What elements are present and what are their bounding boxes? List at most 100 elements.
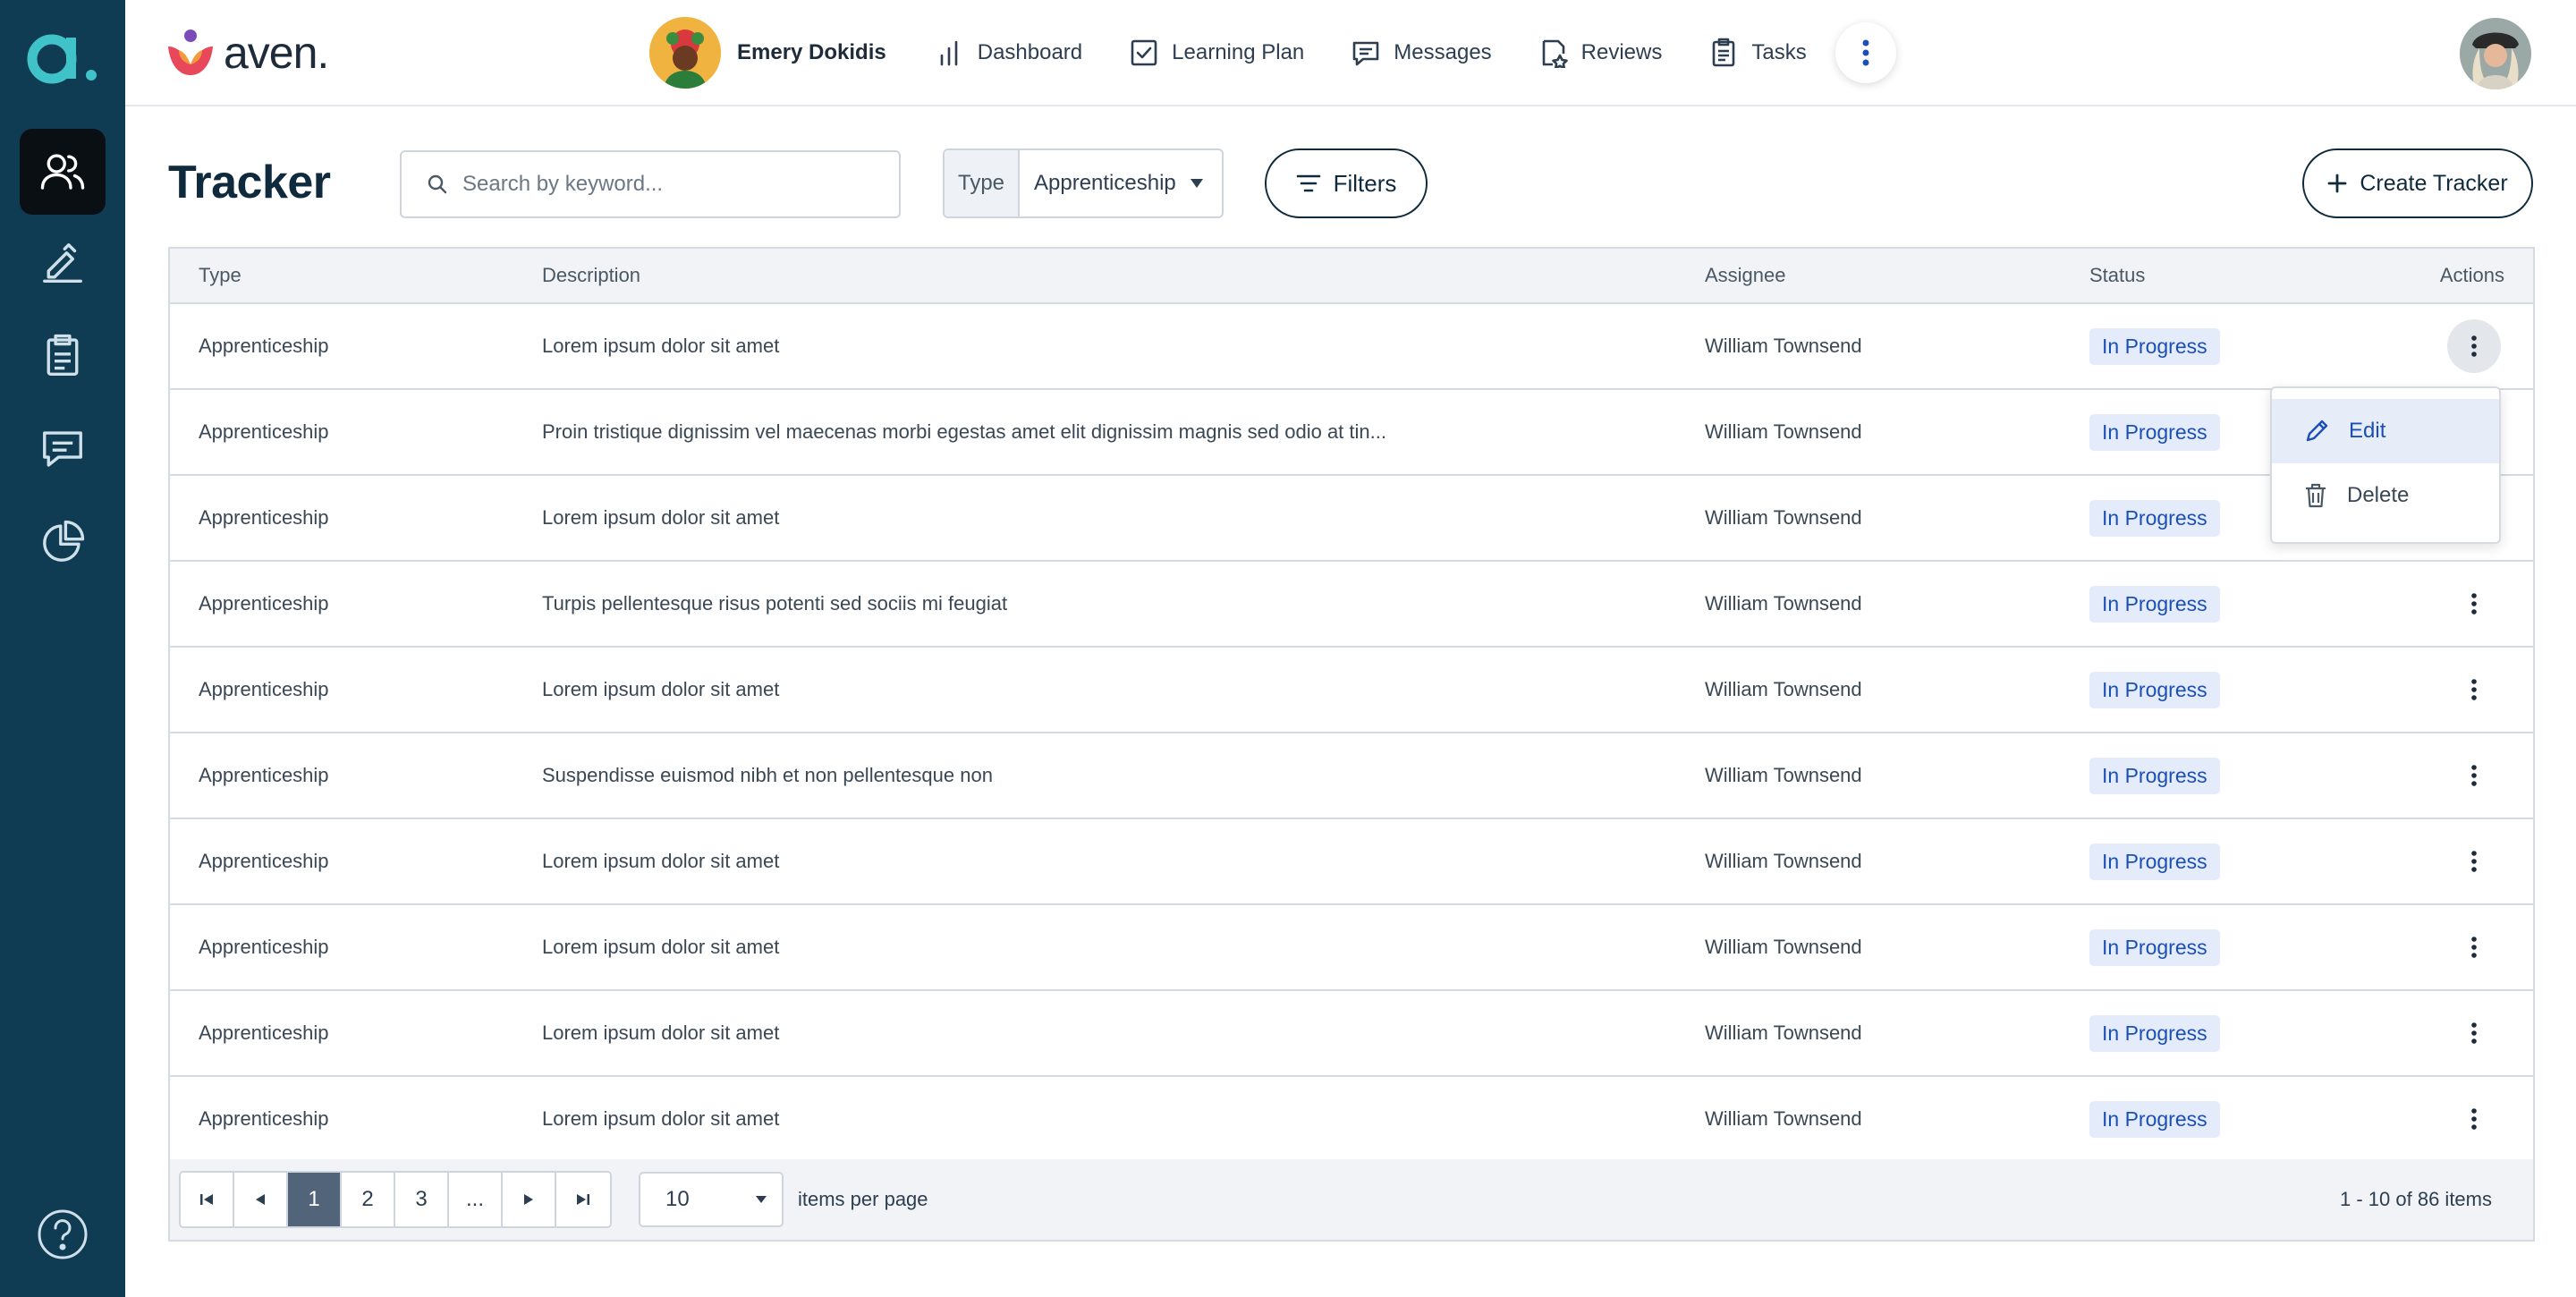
people-icon [40, 154, 85, 190]
header-type[interactable]: Type [199, 264, 242, 287]
trash-icon [2306, 483, 2326, 508]
prev-page-button[interactable] [234, 1173, 288, 1226]
table-row[interactable]: Apprenticeship Proin tristique dignissim… [170, 390, 2533, 476]
header-assignee[interactable]: Assignee [1705, 264, 1786, 287]
status-badge: In Progress [2089, 1014, 2220, 1052]
cell-type: Apprenticeship [199, 936, 329, 958]
cell-type: Apprenticeship [199, 850, 329, 872]
nav-learning-plan[interactable]: Learning Plan [1129, 38, 1304, 68]
create-tracker-button[interactable]: Create Tracker [2302, 148, 2533, 218]
status-badge: In Progress [2089, 928, 2220, 966]
top-nav: Emery Dokidis Dashboard Learning Plan Me… [649, 17, 1896, 89]
nav-dashboard[interactable]: Dashboard [935, 38, 1082, 68]
cell-description: Turpis pellentesque risus potenti sed so… [542, 592, 1008, 615]
rail-item-reports[interactable] [20, 499, 106, 585]
rail-item-chat[interactable] [20, 406, 106, 492]
table-row[interactable]: Apprenticeship Lorem ipsum dolor sit ame… [170, 819, 2533, 905]
page-button-2[interactable]: 2 [342, 1173, 395, 1226]
row-actions-button[interactable] [2447, 663, 2501, 716]
rail-item-pen[interactable] [20, 220, 106, 306]
cell-assignee: William Townsend [1705, 592, 1862, 615]
user-chip[interactable]: Emery Dokidis [649, 17, 886, 89]
search-icon [428, 174, 447, 194]
search-box[interactable] [400, 150, 901, 218]
cell-type: Apprenticeship [199, 420, 329, 443]
first-page-button[interactable] [181, 1173, 234, 1226]
row-actions-button[interactable] [2447, 577, 2501, 631]
nav-reviews[interactable]: Reviews [1538, 38, 1662, 68]
table-row[interactable]: Apprenticeship Turpis pellentesque risus… [170, 562, 2533, 648]
menu-item-edit-label: Edit [2349, 419, 2386, 443]
filters-button[interactable]: Filters [1265, 148, 1428, 218]
page-button-1[interactable]: 1 [288, 1173, 342, 1226]
last-page-icon [577, 1194, 589, 1205]
vertical-dots-icon [2471, 1108, 2477, 1130]
next-page-button[interactable] [503, 1173, 556, 1226]
cell-description: Lorem ipsum dolor sit amet [542, 335, 780, 357]
rail-item-clipboard[interactable] [20, 313, 106, 399]
type-select-value[interactable]: Apprenticeship [1020, 150, 1222, 216]
cell-type: Apprenticeship [199, 592, 329, 615]
header-description[interactable]: Description [542, 264, 640, 287]
checkbox-icon [1131, 39, 1157, 66]
cell-description: Lorem ipsum dolor sit amet [542, 936, 780, 958]
header-status[interactable]: Status [2089, 264, 2145, 287]
filters-label: Filters [1333, 169, 1397, 197]
table-row[interactable]: Apprenticeship Lorem ipsum dolor sit ame… [170, 1077, 2533, 1163]
search-input[interactable] [462, 172, 883, 197]
left-rail [0, 0, 125, 1297]
status-badge: In Progress [2089, 327, 2220, 365]
status-badge: In Progress [2089, 1100, 2220, 1138]
row-actions-button[interactable] [2447, 319, 2501, 373]
nav-tasks[interactable]: Tasks [1708, 38, 1807, 68]
nav-learning-plan-label: Learning Plan [1172, 40, 1305, 64]
cell-description: Proin tristique dignissim vel maecenas m… [542, 420, 1386, 443]
menu-item-delete[interactable]: Delete [2272, 463, 2499, 528]
rail-item-people[interactable] [20, 129, 106, 215]
help-icon[interactable] [36, 1208, 89, 1261]
table-header: Type Description Assignee Status Actions [170, 249, 2533, 304]
table-row[interactable]: Apprenticeship Lorem ipsum dolor sit ame… [170, 476, 2533, 562]
page-buttons: 1 2 3 ... [179, 1171, 612, 1228]
page-button-3[interactable]: 3 [395, 1173, 449, 1226]
tracker-toolbar: Tracker Type Apprenticeship Filters Crea… [168, 148, 2533, 218]
row-actions-button[interactable] [2447, 1006, 2501, 1060]
items-per-page-select[interactable]: 10 [639, 1172, 784, 1227]
row-actions-button[interactable] [2447, 835, 2501, 888]
cell-type: Apprenticeship [199, 506, 329, 529]
cell-description: Lorem ipsum dolor sit amet [542, 506, 780, 529]
pencil-icon [2306, 420, 2328, 442]
status-badge: In Progress [2089, 757, 2220, 794]
row-actions-button[interactable] [2447, 749, 2501, 802]
nav-more-button[interactable] [1835, 22, 1896, 83]
cell-assignee: William Townsend [1705, 764, 1862, 786]
row-actions-button[interactable] [2447, 920, 2501, 974]
type-select[interactable]: Type Apprenticeship [943, 148, 1224, 218]
row-actions-button[interactable] [2447, 1092, 2501, 1146]
brand-name: aven. [224, 28, 329, 78]
table-row[interactable]: Apprenticeship Lorem ipsum dolor sit ame… [170, 304, 2533, 390]
current-user-avatar[interactable] [2460, 18, 2531, 89]
first-page-icon [200, 1194, 213, 1205]
cell-type: Apprenticeship [199, 335, 329, 357]
table-row[interactable]: Apprenticeship Lorem ipsum dolor sit ame… [170, 905, 2533, 991]
vertical-dots-icon [2471, 335, 2477, 357]
tracker-table: Type Description Assignee Status Actions… [168, 247, 2535, 1242]
items-per-page-label: items per page [798, 1188, 928, 1210]
page-button-more[interactable]: ... [449, 1173, 503, 1226]
table-row[interactable]: Apprenticeship Lorem ipsum dolor sit ame… [170, 648, 2533, 733]
app-logo-icon[interactable] [25, 23, 100, 86]
user-name: Emery Dokidis [737, 40, 886, 64]
status-badge: In Progress [2089, 499, 2220, 537]
table-row[interactable]: Apprenticeship Lorem ipsum dolor sit ame… [170, 991, 2533, 1077]
cell-assignee: William Townsend [1705, 506, 1862, 529]
last-page-button[interactable] [556, 1173, 610, 1226]
menu-item-edit[interactable]: Edit [2272, 399, 2499, 463]
status-badge: In Progress [2089, 671, 2220, 708]
brand[interactable]: aven. [165, 25, 329, 81]
next-page-icon [524, 1194, 533, 1205]
nav-messages[interactable]: Messages [1351, 38, 1492, 68]
cell-description: Suspendisse euismod nibh et non pellente… [542, 764, 993, 786]
cell-assignee: William Townsend [1705, 420, 1862, 443]
table-row[interactable]: Apprenticeship Suspendisse euismod nibh … [170, 733, 2533, 819]
